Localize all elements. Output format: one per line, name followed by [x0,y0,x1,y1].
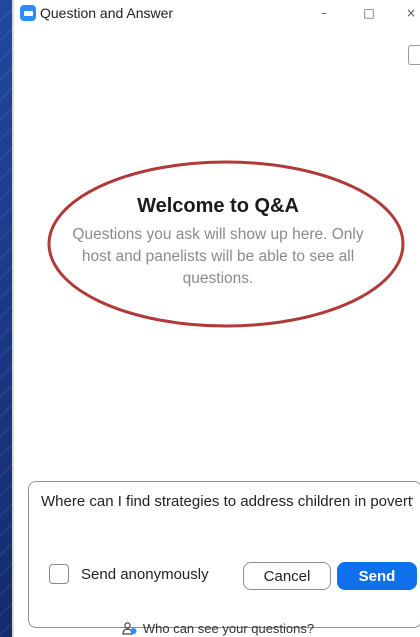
send-anonymously-checkbox[interactable] [49,564,69,584]
who-can-see-link[interactable]: Who can see your questions? [14,620,420,637]
send-anonymously-label: Send anonymously [81,565,209,583]
cancel-button[interactable]: Cancel [243,562,331,590]
question-input[interactable]: Where can I find strategies to address c… [41,493,413,511]
welcome-section: Welcome to Q&A Questions you ask will sh… [14,160,420,330]
qa-window: Question and Answer – □ × Welcome to Q&A… [12,0,420,637]
send-anonymously-option[interactable]: Send anonymously [49,564,209,584]
minimize-button[interactable]: – [310,0,338,26]
maximize-button[interactable]: □ [355,0,383,26]
person-icon [122,622,137,635]
panel-toggle-icon[interactable] [408,45,420,65]
title-bar: Question and Answer – □ × [14,0,420,26]
window-title: Question and Answer [40,5,174,21]
send-button[interactable]: Send [337,562,417,590]
welcome-subtitle: Questions you ask will show up here. Onl… [72,226,364,287]
welcome-title: Welcome to Q&A [137,195,299,217]
question-composer: Where can I find strategies to address c… [28,481,420,628]
zoom-app-icon [20,5,36,21]
close-button[interactable]: × [397,0,420,26]
who-can-see-label: Who can see your questions? [142,621,315,636]
question-input-value: Where can I find strategies to address c… [41,493,413,510]
